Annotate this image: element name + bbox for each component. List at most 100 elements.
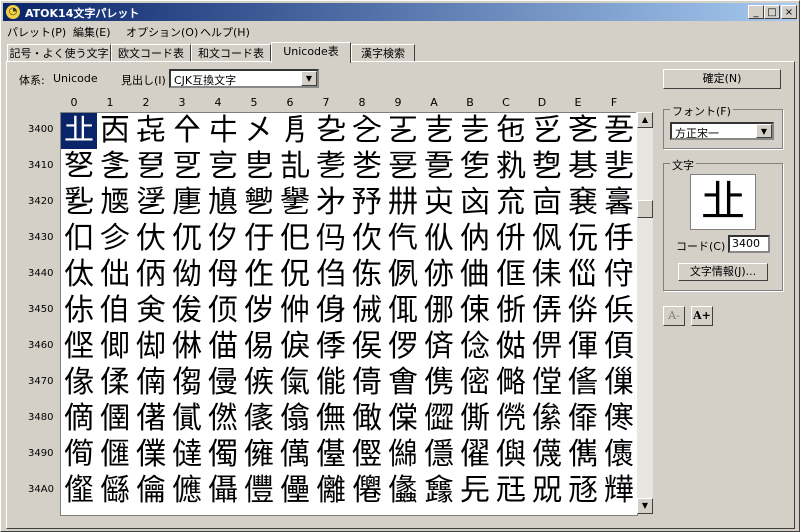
- tab-japanese-code[interactable]: 和文コード表: [191, 44, 271, 62]
- grid-cell[interactable]: 㒭: [529, 473, 565, 509]
- grid-cell[interactable]: 㐴: [205, 221, 241, 257]
- grid-cell[interactable]: 㑂: [133, 257, 169, 293]
- grid-cell[interactable]: 㒜: [493, 437, 529, 473]
- grid-cell[interactable]: 㑯: [601, 329, 637, 365]
- grid-cell[interactable]: 㐥: [241, 185, 277, 221]
- grid-cell[interactable]: 㐺: [421, 221, 457, 257]
- grid-cell[interactable]: 㑱: [97, 365, 133, 401]
- grid-cell[interactable]: 㐽: [529, 221, 565, 257]
- grid-cell[interactable]: 㑸: [349, 365, 385, 401]
- grid-cell[interactable]: 㐸: [349, 221, 385, 257]
- grid-cell[interactable]: 㐷: [313, 221, 349, 257]
- grid-cell[interactable]: 㒢: [133, 473, 169, 509]
- grid-cell[interactable]: 㐏: [601, 113, 637, 149]
- grid-cell[interactable]: 㑖: [277, 293, 313, 329]
- grid-cell[interactable]: 㒧: [313, 473, 349, 509]
- scroll-thumb[interactable]: [637, 200, 653, 218]
- grid-cell[interactable]: 㒙: [385, 437, 421, 473]
- grid-cell[interactable]: 㑢: [133, 329, 169, 365]
- grid-cell[interactable]: 㑓: [169, 293, 205, 329]
- grid-cell[interactable]: 㐆: [277, 113, 313, 149]
- grid-cell[interactable]: 㐎: [565, 113, 601, 149]
- grid-cell[interactable]: 㑜: [493, 293, 529, 329]
- grid-cell[interactable]: 㑩: [385, 329, 421, 365]
- grid-cell[interactable]: 㑲: [133, 365, 169, 401]
- grid-cell[interactable]: 㒟: [601, 437, 637, 473]
- grid-cell[interactable]: 㑄: [205, 257, 241, 293]
- grid-cell[interactable]: 㒕: [241, 437, 277, 473]
- grid-cell[interactable]: 㑑: [97, 293, 133, 329]
- grid-cell[interactable]: 㑹: [385, 365, 421, 401]
- menu-options[interactable]: オプション(O): [126, 24, 198, 40]
- grid-cell[interactable]: 㒊: [421, 401, 457, 437]
- menu-edit[interactable]: 編集(E): [73, 24, 111, 40]
- grid-cell[interactable]: 㒞: [565, 437, 601, 473]
- grid-cell[interactable]: 㑋: [457, 257, 493, 293]
- grid-cell[interactable]: 㐰: [61, 221, 97, 257]
- chevron-down-icon[interactable]: ▼: [301, 71, 317, 86]
- grid-cell[interactable]: 㐩: [385, 185, 421, 221]
- grid-cell[interactable]: 㑽: [529, 365, 565, 401]
- grid-cell[interactable]: 㒆: [277, 401, 313, 437]
- grid-cell[interactable]: 㒉: [385, 401, 421, 437]
- grid-cell[interactable]: 㐕: [241, 149, 277, 185]
- grid-cell[interactable]: 㐇: [313, 113, 349, 149]
- grid-cell[interactable]: 㐫: [457, 185, 493, 221]
- grid-cell[interactable]: 㒇: [313, 401, 349, 437]
- code-input[interactable]: 3400: [728, 235, 770, 253]
- grid-cell[interactable]: 㐖: [277, 149, 313, 185]
- grid-cell[interactable]: 㐢: [133, 185, 169, 221]
- grid-cell[interactable]: 㒣: [169, 473, 205, 509]
- grid-cell[interactable]: 㐳: [169, 221, 205, 257]
- minimize-button[interactable]: _: [748, 5, 764, 19]
- grid-cell[interactable]: 㑅: [241, 257, 277, 293]
- grid-cell[interactable]: 㐹: [385, 221, 421, 257]
- grid-cell[interactable]: 㐲: [133, 221, 169, 257]
- grid-cell[interactable]: 㐯: [601, 185, 637, 221]
- grid-cell[interactable]: 㑷: [313, 365, 349, 401]
- grid-cell[interactable]: 㒐: [61, 437, 97, 473]
- grid-cell[interactable]: 㐓: [169, 149, 205, 185]
- grid-cell[interactable]: 㑊: [421, 257, 457, 293]
- tab-unicode[interactable]: Unicode表: [271, 42, 351, 63]
- confirm-button[interactable]: 確定(N): [663, 69, 781, 89]
- grid-cell[interactable]: 㐒: [133, 149, 169, 185]
- grid-cell[interactable]: 㑐: [61, 293, 97, 329]
- title-bar[interactable]: ◔ ATOK14文字パレット _ □ ×: [3, 3, 797, 21]
- grid-cell[interactable]: 㑕: [241, 293, 277, 329]
- heading-dropdown[interactable]: CJK互換文字 ▼: [169, 69, 319, 88]
- grid-cell[interactable]: 㑮: [565, 329, 601, 365]
- grid-cell[interactable]: 㒈: [349, 401, 385, 437]
- grid-cell[interactable]: 㐨: [349, 185, 385, 221]
- grid-cell[interactable]: 㑫: [457, 329, 493, 365]
- grid-cell[interactable]: 㑏: [601, 257, 637, 293]
- grid-cell[interactable]: 㐍: [529, 113, 565, 149]
- scroll-up-icon[interactable]: ▲: [637, 112, 653, 128]
- grid-cell[interactable]: 㐌: [493, 113, 529, 149]
- grid-cell[interactable]: 㐁: [97, 113, 133, 149]
- grid-cell[interactable]: 㒠: [61, 473, 97, 509]
- grid-cell[interactable]: 㒘: [349, 437, 385, 473]
- grid-cell[interactable]: 㒮: [565, 473, 601, 509]
- grid-cell[interactable]: 㐣: [169, 185, 205, 221]
- grid-cell[interactable]: 㑟: [601, 293, 637, 329]
- grid-cell[interactable]: 㐬: [493, 185, 529, 221]
- grid-cell[interactable]: 㒛: [457, 437, 493, 473]
- grid-cell[interactable]: 㒁: [97, 401, 133, 437]
- grid-cell[interactable]: 㒩: [385, 473, 421, 509]
- grid-cell[interactable]: 㐛: [457, 149, 493, 185]
- grid-cell[interactable]: 㑪: [421, 329, 457, 365]
- grid-cell[interactable]: 㐜: [493, 149, 529, 185]
- grid-cell[interactable]: 㐻: [457, 221, 493, 257]
- grid-cell[interactable]: 㒯: [601, 473, 637, 509]
- grid-cell[interactable]: 㒥: [241, 473, 277, 509]
- grid-scrollbar[interactable]: ▲ ▼: [636, 112, 653, 514]
- grid-cell[interactable]: 㐪: [421, 185, 457, 221]
- menu-palette[interactable]: パレット(P): [7, 24, 66, 40]
- grid-cell[interactable]: 㒒: [133, 437, 169, 473]
- grid-cell[interactable]: 㑔: [205, 293, 241, 329]
- grid-cell[interactable]: 㒤: [205, 473, 241, 509]
- grid-cell[interactable]: 㐗: [313, 149, 349, 185]
- grid-cell[interactable]: 㑌: [493, 257, 529, 293]
- grid-cell[interactable]: 㒫: [457, 473, 493, 509]
